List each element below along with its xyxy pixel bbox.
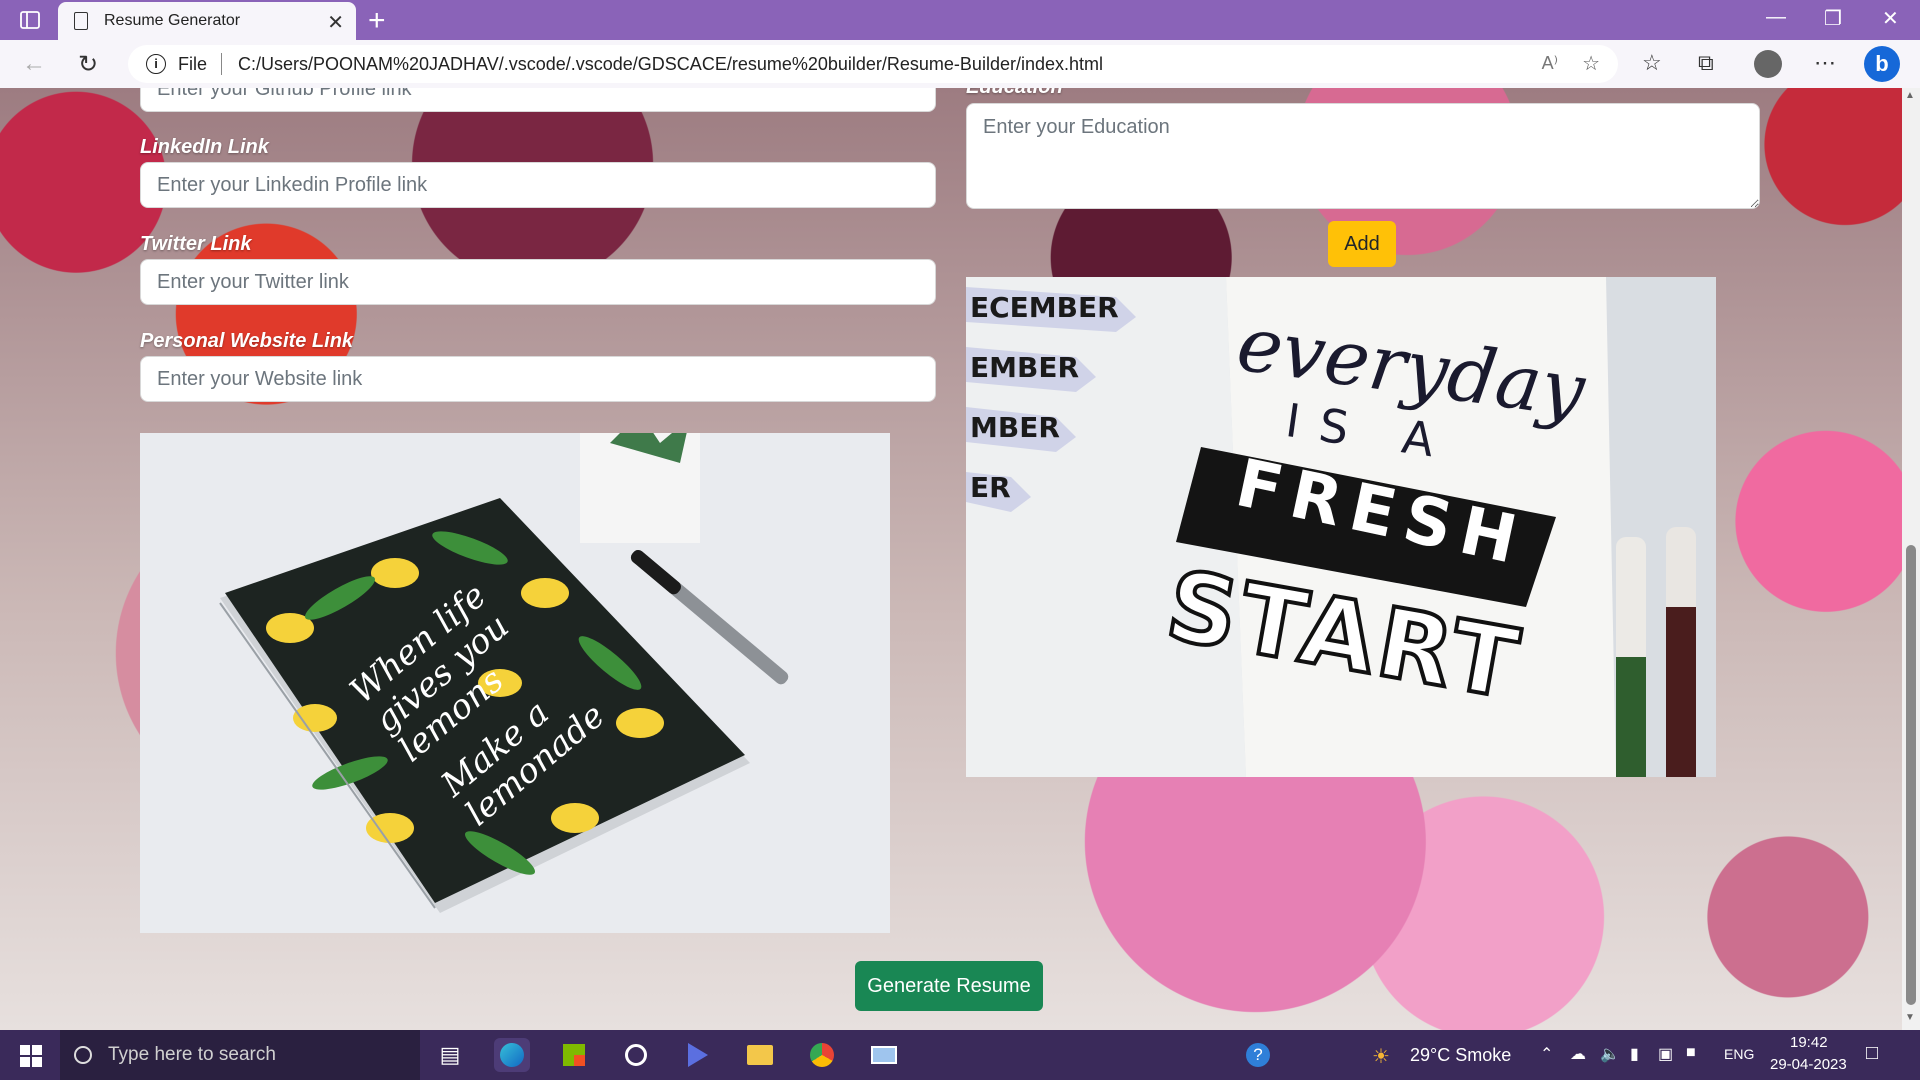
sidebar-toggle-icon[interactable] (14, 6, 46, 34)
journal-month-1: ECEMBER (970, 291, 1119, 324)
twitter-label: Twitter Link (140, 233, 252, 255)
new-tab-button[interactable]: + (368, 4, 386, 38)
journal-month-3: MBER (970, 411, 1060, 444)
notifications-icon[interactable]: □ (1866, 1042, 1878, 1065)
read-aloud-icon[interactable]: A⁾ (1542, 53, 1558, 74)
twitter-input[interactable] (140, 259, 936, 305)
battery-icon[interactable]: ▮ (1630, 1044, 1639, 1064)
address-bar[interactable]: i File C:/Users/POONAM%20JADHAV/.vscode/… (128, 45, 1618, 83)
favorites-icon[interactable]: ☆ (1642, 50, 1662, 76)
scrollbar-thumb[interactable] (1906, 545, 1916, 1005)
back-icon[interactable]: ← (22, 50, 46, 78)
task-view-icon[interactable]: ▤ (432, 1038, 468, 1072)
help-icon[interactable]: ? (1240, 1038, 1276, 1072)
url-separator (221, 53, 223, 75)
website-label: Personal Website Link (140, 330, 354, 352)
weather-icon[interactable]: ☀ (1372, 1044, 1390, 1069)
store-icon[interactable] (556, 1038, 592, 1072)
bing-icon[interactable]: b (1864, 46, 1900, 82)
add-education-button[interactable]: Add (1328, 221, 1396, 267)
clock-date[interactable]: 29-04-2023 (1770, 1056, 1847, 1073)
url-scheme-label: File (178, 53, 208, 74)
tab-close-icon[interactable]: ✕ (327, 10, 344, 35)
education-textarea[interactable] (966, 103, 1760, 209)
journal-image: ECEMBER EMBER MBER ER everyday IS A FRES… (966, 277, 1716, 777)
weather-text[interactable]: 29°C Smoke (1410, 1045, 1511, 1066)
window-close-icon[interactable]: ✕ (1882, 6, 1899, 31)
minimize-icon[interactable]: — (1766, 6, 1786, 29)
scroll-down-icon[interactable]: ▼ (1905, 1012, 1915, 1023)
clock-time[interactable]: 19:42 (1790, 1034, 1828, 1051)
info-icon[interactable]: i (146, 54, 166, 74)
page-background: LinkedIn Link Twitter Link Personal Webs… (0, 88, 1902, 1030)
linkedin-input[interactable] (140, 162, 936, 208)
video-icon[interactable] (680, 1038, 716, 1072)
tab-title: Resume Generator (104, 12, 241, 29)
address-bar-row: ← ↻ i File C:/Users/POONAM%20JADHAV/.vsc… (0, 40, 1920, 88)
generate-resume-button[interactable]: Generate Resume (855, 961, 1043, 1011)
display-icon[interactable]: ▣ (1658, 1044, 1673, 1064)
refresh-icon[interactable]: ↻ (78, 50, 98, 79)
github-input[interactable] (140, 88, 936, 112)
taskbar-search[interactable]: Type here to search (60, 1030, 420, 1080)
collections-icon[interactable]: ⧉ (1698, 50, 1714, 76)
remote-desktop-icon[interactable] (866, 1038, 902, 1072)
edge-icon[interactable] (494, 1038, 530, 1072)
notebook-image: When life gives you lemons Make a lemona… (140, 433, 890, 933)
document-icon (74, 12, 88, 30)
taskbar: Type here to search ▤ ? ☀ 29°C Smoke ⌃ ☁… (0, 1030, 1920, 1080)
language-indicator[interactable]: ENG (1724, 1046, 1754, 1062)
add-favorite-icon[interactable]: ☆ (1582, 51, 1600, 76)
url-text[interactable]: C:/Users/POONAM%20JADHAV/.vscode/.vscode… (238, 54, 1103, 75)
education-label: Education (966, 88, 1063, 99)
network-icon[interactable]: ☁ (1570, 1044, 1586, 1064)
website-input[interactable] (140, 356, 936, 402)
windows-start-icon[interactable] (20, 1045, 42, 1067)
more-icon[interactable]: ⋯ (1814, 50, 1836, 76)
profile-icon[interactable] (1754, 50, 1782, 78)
camera-icon[interactable]: ■ (1686, 1044, 1696, 1062)
journal-month-4: ER (970, 471, 1011, 504)
chrome-icon[interactable] (804, 1038, 840, 1072)
volume-icon[interactable]: 🔈 (1600, 1044, 1620, 1064)
tab-bar: Resume Generator ✕ + — ❐ ✕ (0, 0, 1920, 40)
taskbar-search-placeholder: Type here to search (108, 1044, 276, 1065)
journal-month-2: EMBER (970, 351, 1079, 384)
tray-chevron-icon[interactable]: ⌃ (1540, 1044, 1553, 1064)
app-icon[interactable] (618, 1038, 654, 1072)
scroll-up-icon[interactable]: ▲ (1905, 90, 1915, 101)
browser-tab[interactable]: Resume Generator ✕ (58, 2, 356, 40)
search-icon (74, 1046, 92, 1064)
restore-icon[interactable]: ❐ (1824, 6, 1842, 31)
linkedin-label: LinkedIn Link (140, 136, 269, 158)
file-explorer-icon[interactable] (742, 1038, 778, 1072)
